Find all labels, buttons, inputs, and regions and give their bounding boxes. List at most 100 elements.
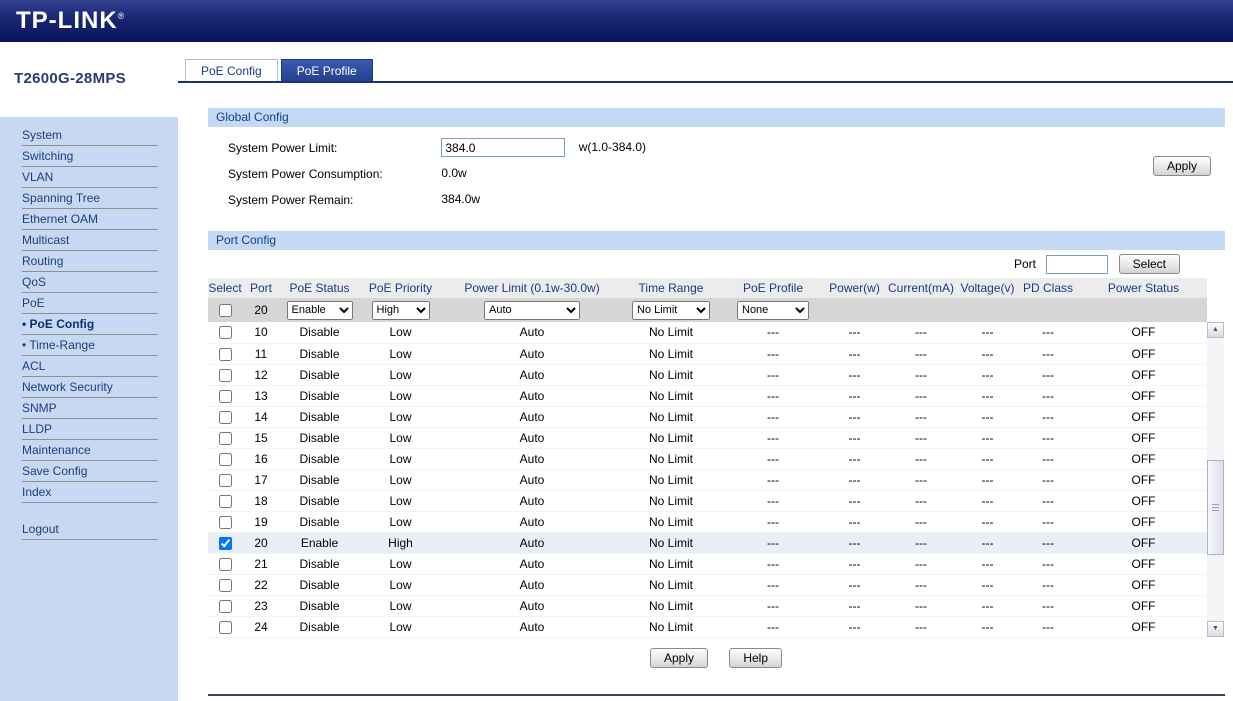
tab-poe-config[interactable]: PoE Config (185, 59, 278, 81)
cell-power-limit: Auto (442, 616, 622, 638)
cell-current: --- (883, 343, 959, 365)
port-input[interactable] (1046, 255, 1109, 275)
row-checkbox[interactable] (218, 620, 232, 634)
sidebar-item-time-range[interactable]: • Time-Range (22, 335, 158, 356)
port-select-button[interactable]: Select (1118, 254, 1180, 274)
cell-power-status: OFF (1080, 532, 1207, 554)
bottom-divider (208, 693, 1225, 696)
sidebar-item-multicast[interactable]: Multicast (22, 230, 158, 251)
edit-cell-poe-status: Enable (280, 298, 359, 322)
sidebar-item-logout[interactable]: Logout (22, 519, 158, 540)
cell-power: --- (826, 427, 883, 449)
power-limit-select[interactable]: Auto (484, 300, 580, 320)
poe-profile-select[interactable]: None (737, 300, 809, 320)
global-config-section: Global Config System Power Limit: w(1.0-… (208, 108, 1225, 225)
sidebar-item-poe[interactable]: PoE (22, 293, 158, 314)
cell-power: --- (826, 511, 883, 533)
row-checkbox[interactable] (218, 494, 232, 508)
cell-select (208, 406, 242, 428)
row-checkbox[interactable] (218, 452, 232, 466)
scroll-down-icon[interactable]: ▼ (1207, 621, 1224, 637)
port-apply-button[interactable]: Apply (649, 647, 708, 668)
row-checkbox[interactable] (218, 536, 232, 550)
cell-power-status: OFF (1080, 574, 1207, 596)
cell-current: --- (883, 406, 959, 428)
sidebar-item-system[interactable]: System (22, 125, 158, 146)
sidebar-item-qos[interactable]: QoS (22, 272, 158, 293)
sidebar-item-snmp[interactable]: SNMP (22, 398, 158, 419)
poe-status-select[interactable]: Enable (286, 300, 353, 320)
col-header-poe-priority: PoE Priority (359, 278, 442, 298)
cell-poe-status: Disable (280, 385, 359, 407)
cell-time-range: No Limit (622, 469, 720, 491)
sidebar-menu: System Switching VLAN Spanning Tree Ethernet… (0, 117, 178, 701)
sidebar-item-switching[interactable]: Switching (22, 146, 158, 167)
port-label: Port (1013, 257, 1036, 271)
row-checkbox[interactable] (218, 578, 232, 592)
cell-poe-profile: --- (720, 427, 826, 449)
time-range-select[interactable]: No Limit (632, 300, 710, 320)
cell-pd-class: --- (1016, 343, 1080, 365)
row-checkbox[interactable] (218, 557, 232, 571)
cell-power-limit: Auto (442, 343, 622, 365)
cell-power-status: OFF (1080, 385, 1207, 407)
cell-power-limit: Auto (442, 490, 622, 512)
port-config-header: Port Config (208, 231, 1225, 250)
cell-time-range: No Limit (622, 595, 720, 617)
sidebar-item-poe-config[interactable]: • PoE Config (22, 314, 158, 335)
cell-poe-status: Disable (280, 574, 359, 596)
row-checkbox[interactable] (218, 368, 232, 382)
poe-priority-select[interactable]: High (371, 300, 430, 320)
main-panel: PoE Config PoE Profile Global Config Syst… (178, 42, 1233, 701)
cell-poe-priority: Low (359, 322, 442, 344)
sidebar-item-vlan[interactable]: VLAN (22, 167, 158, 188)
global-apply-button[interactable]: Apply (1152, 156, 1211, 176)
cell-voltage: --- (959, 490, 1016, 512)
row-checkbox[interactable] (218, 515, 232, 529)
port-row: 14 Disable Low Auto No Limit --- --- --- --- --- O… (208, 406, 1207, 428)
sidebar-item-maintenance[interactable]: Maintenance (22, 440, 158, 461)
edit-select-checkbox[interactable] (218, 304, 232, 318)
port-row: 23 Disable Low Auto No Limit --- --- --- --- --- O… (208, 595, 1207, 617)
row-checkbox[interactable] (218, 473, 232, 487)
col-header-select: Select (208, 278, 242, 298)
sidebar-item-routing[interactable]: Routing (22, 251, 158, 272)
port-table-body: 10 Disable Low Auto No Limit --- --- --- --- --- O… (208, 322, 1207, 638)
system-power-remain-value: 384.0w (441, 192, 481, 206)
sidebar-item-index[interactable]: Index (22, 482, 158, 503)
port-row: 21 Disable Low Auto No Limit --- --- --- --- --- O… (208, 553, 1207, 575)
sidebar-item-acl[interactable]: ACL (22, 356, 158, 377)
cell-poe-priority: Low (359, 427, 442, 449)
bulk-edit-row: 20 Enable High Auto No Limit None (208, 298, 1207, 322)
content-area: Global Config System Power Limit: w(1.0-… (178, 83, 1233, 696)
tab-poe-profile[interactable]: PoE Profile (280, 59, 373, 81)
sidebar-item-spanning-tree[interactable]: Spanning Tree (22, 188, 158, 209)
cell-port: 24 (242, 616, 280, 638)
cell-pd-class: --- (1016, 448, 1080, 470)
row-checkbox[interactable] (218, 326, 232, 340)
system-power-limit-input[interactable] (441, 138, 566, 158)
sidebar-item-save-config[interactable]: Save Config (22, 461, 158, 482)
help-button[interactable]: Help (729, 647, 783, 668)
sidebar-item-network-security[interactable]: Network Security (22, 377, 158, 398)
table-scrollbar[interactable]: ▲ ▼ (1207, 322, 1224, 637)
cell-poe-priority: Low (359, 553, 442, 575)
cell-poe-profile: --- (720, 574, 826, 596)
cell-select (208, 343, 242, 365)
cell-voltage: --- (959, 595, 1016, 617)
cell-poe-priority: Low (359, 364, 442, 386)
sidebar-item-ethernet-oam[interactable]: Ethernet OAM (22, 209, 158, 230)
row-checkbox[interactable] (218, 410, 232, 424)
row-checkbox[interactable] (218, 599, 232, 613)
scrollbar-thumb[interactable] (1207, 460, 1224, 555)
scroll-up-icon[interactable]: ▲ (1207, 322, 1224, 338)
row-checkbox[interactable] (218, 431, 232, 445)
sidebar-item-lldp[interactable]: LLDP (22, 419, 158, 440)
cell-pd-class: --- (1016, 574, 1080, 596)
system-power-consumption-value: 0.0w (441, 166, 467, 180)
edit-cell-current (883, 298, 959, 322)
cell-port: 18 (242, 490, 280, 512)
power-remain-row: System Power Remain: 384.0w (228, 189, 1225, 209)
row-checkbox[interactable] (218, 347, 232, 361)
row-checkbox[interactable] (218, 389, 232, 403)
